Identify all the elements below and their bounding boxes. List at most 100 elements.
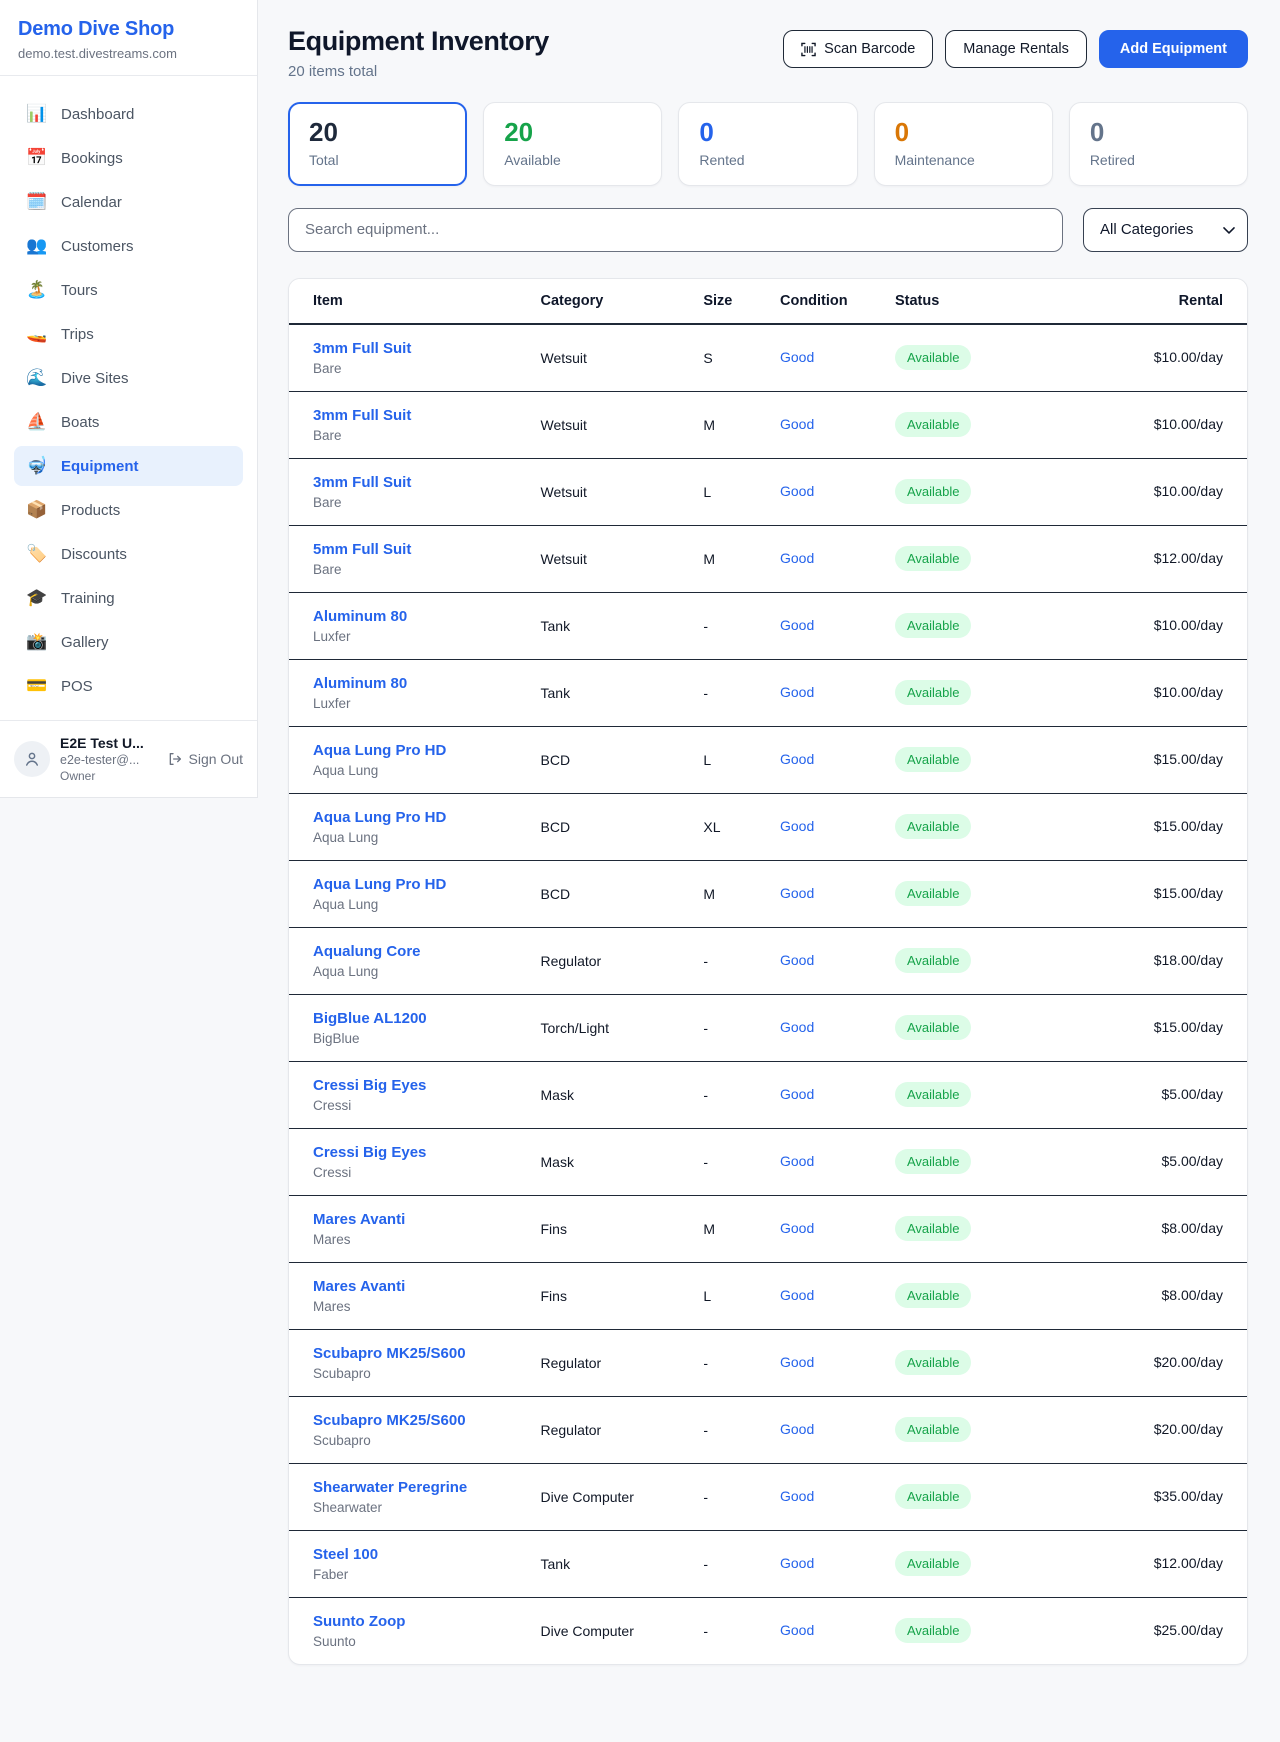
add-equipment-button[interactable]: Add Equipment bbox=[1099, 30, 1248, 68]
sidebar-item-bookings[interactable]: 📅 Bookings bbox=[14, 138, 243, 178]
item-name-link[interactable]: Scubapro MK25/S600 bbox=[313, 1412, 517, 1429]
user-name: E2E Test U... bbox=[60, 735, 157, 751]
search-input[interactable] bbox=[288, 208, 1063, 252]
stat-card-rented[interactable]: 0 Rented bbox=[678, 102, 857, 186]
sidebar-item-pos[interactable]: 💳 POS bbox=[14, 666, 243, 706]
item-name-link[interactable]: Aqualung Core bbox=[313, 943, 517, 960]
table-row: Suunto Zoop Suunto Dive Computer - Good … bbox=[289, 1597, 1247, 1664]
item-category: Mask bbox=[529, 1128, 692, 1195]
item-condition-link[interactable]: Good bbox=[780, 617, 814, 633]
sidebar-item-tours[interactable]: 🏝️ Tours bbox=[14, 270, 243, 310]
person-icon bbox=[23, 750, 41, 768]
main-content: Equipment Inventory 20 items total Scan … bbox=[258, 0, 1280, 1693]
item-name-link[interactable]: Aqua Lung Pro HD bbox=[313, 809, 517, 826]
item-rental-rate: $10.00/day bbox=[1154, 416, 1223, 432]
item-size: S bbox=[691, 324, 768, 392]
item-rental-rate: $15.00/day bbox=[1154, 1019, 1223, 1035]
item-name-link[interactable]: 3mm Full Suit bbox=[313, 474, 517, 491]
item-name-link[interactable]: Suunto Zoop bbox=[313, 1613, 517, 1630]
item-condition-link[interactable]: Good bbox=[780, 349, 814, 365]
item-brand: Cressi bbox=[313, 1098, 517, 1113]
nav-icon: 💳 bbox=[26, 676, 48, 696]
item-brand: Luxfer bbox=[313, 629, 517, 644]
item-condition-link[interactable]: Good bbox=[780, 818, 814, 834]
sidebar-item-boats[interactable]: ⛵ Boats bbox=[14, 402, 243, 442]
item-condition-link[interactable]: Good bbox=[780, 952, 814, 968]
item-rental-rate: $15.00/day bbox=[1154, 751, 1223, 767]
item-condition-link[interactable]: Good bbox=[780, 416, 814, 432]
item-name-link[interactable]: Steel 100 bbox=[313, 1546, 517, 1563]
sidebar-item-gallery[interactable]: 📸 Gallery bbox=[14, 622, 243, 662]
item-condition-link[interactable]: Good bbox=[780, 1019, 814, 1035]
sidebar-item-label: Customers bbox=[61, 238, 134, 255]
sidebar-item-label: Tours bbox=[61, 282, 98, 299]
item-condition-link[interactable]: Good bbox=[780, 751, 814, 767]
item-condition-link[interactable]: Good bbox=[780, 1287, 814, 1303]
sidebar-item-customers[interactable]: 👥 Customers bbox=[14, 226, 243, 266]
nav-icon: 🌊 bbox=[26, 368, 48, 388]
status-badge: Available bbox=[895, 412, 972, 437]
item-condition-link[interactable]: Good bbox=[780, 1488, 814, 1504]
item-condition-link[interactable]: Good bbox=[780, 1622, 814, 1638]
item-name-link[interactable]: Mares Avanti bbox=[313, 1211, 517, 1228]
sidebar-item-discounts[interactable]: 🏷️ Discounts bbox=[14, 534, 243, 574]
item-name-link[interactable]: 3mm Full Suit bbox=[313, 407, 517, 424]
stat-card-total[interactable]: 20 Total bbox=[288, 102, 467, 186]
sidebar-item-dive-sites[interactable]: 🌊 Dive Sites bbox=[14, 358, 243, 398]
nav-icon: 🎓 bbox=[26, 588, 48, 608]
item-condition-link[interactable]: Good bbox=[780, 483, 814, 499]
add-equipment-label: Add Equipment bbox=[1120, 41, 1227, 57]
stat-label: Retired bbox=[1090, 152, 1227, 168]
sidebar-item-training[interactable]: 🎓 Training bbox=[14, 578, 243, 618]
item-name-link[interactable]: Cressi Big Eyes bbox=[313, 1077, 517, 1094]
scan-barcode-button[interactable]: Scan Barcode bbox=[783, 30, 933, 68]
item-condition-link[interactable]: Good bbox=[780, 885, 814, 901]
column-header-item: Item bbox=[289, 279, 529, 324]
item-name-link[interactable]: Aluminum 80 bbox=[313, 675, 517, 692]
sidebar-item-dashboard[interactable]: 📊 Dashboard bbox=[14, 94, 243, 134]
stat-card-available[interactable]: 20 Available bbox=[483, 102, 662, 186]
sidebar-item-products[interactable]: 📦 Products bbox=[14, 490, 243, 530]
item-condition-link[interactable]: Good bbox=[780, 684, 814, 700]
item-condition-link[interactable]: Good bbox=[780, 1555, 814, 1571]
stat-label: Rented bbox=[699, 152, 836, 168]
table-row: Scubapro MK25/S600 Scubapro Regulator - … bbox=[289, 1329, 1247, 1396]
sidebar-item-label: Dashboard bbox=[61, 106, 134, 123]
stat-card-maintenance[interactable]: 0 Maintenance bbox=[874, 102, 1053, 186]
item-condition-link[interactable]: Good bbox=[780, 550, 814, 566]
item-name-link[interactable]: Shearwater Peregrine bbox=[313, 1479, 517, 1496]
item-size: - bbox=[691, 1061, 768, 1128]
sidebar-item-equipment[interactable]: 🤿 Equipment bbox=[14, 446, 243, 486]
item-name-link[interactable]: BigBlue AL1200 bbox=[313, 1010, 517, 1027]
sidebar-item-trips[interactable]: 🚤 Trips bbox=[14, 314, 243, 354]
item-condition-link[interactable]: Good bbox=[780, 1086, 814, 1102]
item-name-link[interactable]: Aluminum 80 bbox=[313, 608, 517, 625]
item-condition-link[interactable]: Good bbox=[780, 1354, 814, 1370]
manage-rentals-button[interactable]: Manage Rentals bbox=[945, 30, 1087, 68]
item-name-link[interactable]: 5mm Full Suit bbox=[313, 541, 517, 558]
item-name-link[interactable]: 3mm Full Suit bbox=[313, 340, 517, 357]
item-condition-link[interactable]: Good bbox=[780, 1421, 814, 1437]
item-size: - bbox=[691, 994, 768, 1061]
item-size: M bbox=[691, 860, 768, 927]
table-row: Aqua Lung Pro HD Aqua Lung BCD L Good Av… bbox=[289, 726, 1247, 793]
item-size: - bbox=[691, 1597, 768, 1664]
item-size: - bbox=[691, 927, 768, 994]
sidebar-item-calendar[interactable]: 🗓️ Calendar bbox=[14, 182, 243, 222]
item-size: L bbox=[691, 726, 768, 793]
category-select[interactable]: All Categories bbox=[1083, 208, 1248, 252]
item-condition-link[interactable]: Good bbox=[780, 1153, 814, 1169]
stat-card-retired[interactable]: 0 Retired bbox=[1069, 102, 1248, 186]
item-condition-link[interactable]: Good bbox=[780, 1220, 814, 1236]
item-name-link[interactable]: Mares Avanti bbox=[313, 1278, 517, 1295]
sidebar-item-label: Gallery bbox=[61, 634, 109, 651]
item-name-link[interactable]: Aqua Lung Pro HD bbox=[313, 876, 517, 893]
item-name-link[interactable]: Scubapro MK25/S600 bbox=[313, 1345, 517, 1362]
nav-icon: 📸 bbox=[26, 632, 48, 652]
column-header-size: Size bbox=[691, 279, 768, 324]
sidebar-item-label: Dive Sites bbox=[61, 370, 129, 387]
sign-out-button[interactable]: Sign Out bbox=[167, 751, 243, 767]
item-name-link[interactable]: Cressi Big Eyes bbox=[313, 1144, 517, 1161]
item-name-link[interactable]: Aqua Lung Pro HD bbox=[313, 742, 517, 759]
item-category: Fins bbox=[529, 1262, 692, 1329]
